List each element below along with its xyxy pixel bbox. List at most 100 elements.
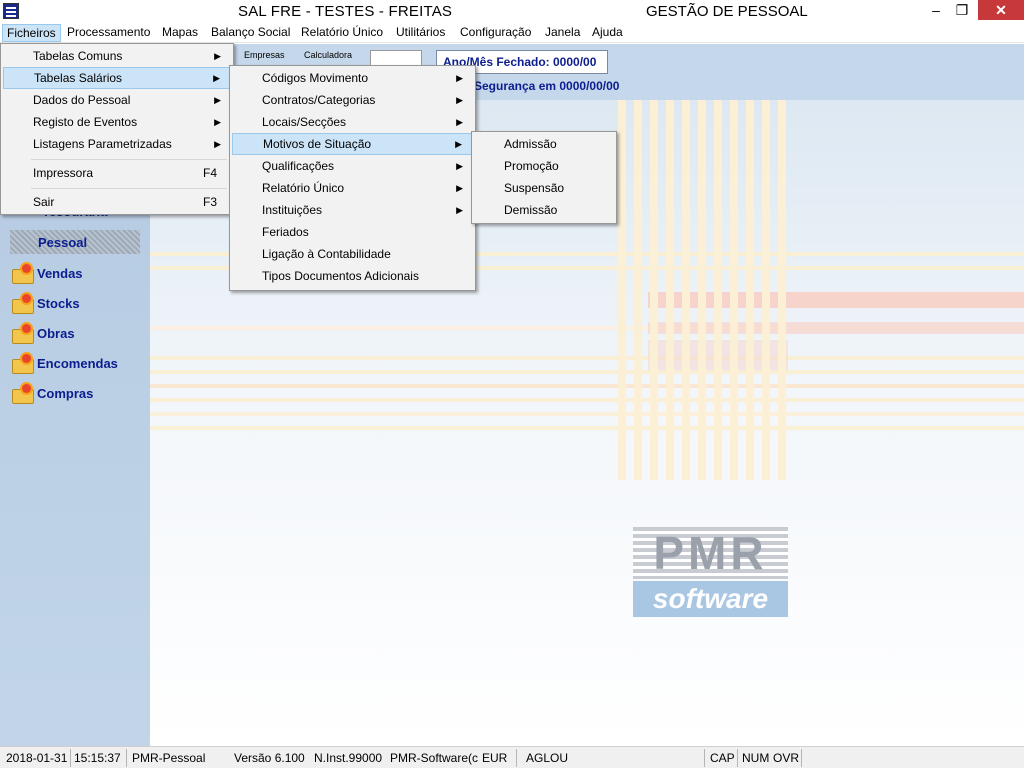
menu-item-label: Tabelas Comuns — [33, 49, 123, 63]
menu-item-relatorio-unico[interactable]: Relatório Único ▶ — [232, 177, 473, 199]
sidebar-item-obras[interactable]: Obras — [10, 322, 75, 344]
menu-item-label: Feriados — [262, 225, 309, 239]
menu-item-label: Demissão — [504, 203, 558, 217]
menu-item-suspensao[interactable]: Suspensão — [474, 177, 614, 199]
status-bar: 2018-01-31 15:15:37 PMR-Pessoal Versão 6… — [0, 746, 1024, 768]
menu-item-admissao[interactable]: Admissão — [474, 133, 614, 155]
decor-stripe — [666, 100, 674, 480]
app-icon[interactable] — [3, 3, 19, 19]
menu-item-locais-seccoes[interactable]: Locais/Secções ▶ — [232, 111, 473, 133]
menu-separator — [31, 188, 227, 189]
menu-item-registo-eventos[interactable]: Registo de Eventos ▶ — [3, 111, 231, 133]
submenu-arrow-icon: ▶ — [456, 117, 463, 127]
menu-item-tabelas-comuns[interactable]: Tabelas Comuns ▶ — [3, 45, 231, 67]
decor-stripe — [150, 356, 1024, 360]
motivos-situacao-submenu: Admissão Promoção Suspensão Demissão — [471, 131, 617, 224]
menu-item-label: Qualificações — [262, 159, 335, 173]
status-currency: EUR — [482, 751, 508, 765]
menu-item-contratos-categorias[interactable]: Contratos/Categorias ▶ — [232, 89, 473, 111]
submenu-arrow-icon: ▶ — [456, 183, 463, 193]
decor-stripe — [778, 100, 786, 480]
menu-item-listagens[interactable]: Listagens Parametrizadas ▶ — [3, 133, 231, 155]
status-owner: PMR-Software(c — [390, 751, 478, 765]
submenu-arrow-icon: ▶ — [456, 205, 463, 215]
menu-item-impressora[interactable]: Impressora F4 — [3, 162, 231, 184]
status-divider — [516, 749, 517, 767]
decor-stripe — [634, 100, 642, 480]
menu-item-demissao[interactable]: Demissão — [474, 199, 614, 221]
decor-stripe — [730, 100, 738, 480]
menu-item-feriados[interactable]: Feriados — [232, 221, 473, 243]
menu-item-instituicoes[interactable]: Instituições ▶ — [232, 199, 473, 221]
sidebar-item-vendas[interactable]: Vendas — [10, 262, 83, 284]
sidebar-item-label: Compras — [37, 385, 94, 401]
menu-item-label: Listagens Parametrizadas — [33, 137, 172, 151]
menu-item-label: Relatório Único — [262, 181, 345, 195]
menu-item-label: Instituições — [262, 203, 323, 217]
submenu-arrow-icon: ▶ — [214, 117, 221, 127]
sidebar-item-pessoal[interactable]: Pessoal — [10, 230, 140, 254]
submenu-arrow-icon: ▶ — [456, 95, 463, 105]
menu-item-promocao[interactable]: Promoção — [474, 155, 614, 177]
decor-stripe — [714, 100, 722, 480]
menu-item-label: Admissão — [504, 137, 557, 151]
tabelas-salarios-submenu: Códigos Movimento ▶ Contratos/Categorias… — [229, 65, 476, 291]
menu-item-codigos-movimento[interactable]: Códigos Movimento ▶ — [232, 67, 473, 89]
menu-item-tipos-documentos[interactable]: Tipos Documentos Adicionais — [232, 265, 473, 287]
submenu-arrow-icon: ▶ — [214, 51, 221, 61]
menu-mapas[interactable]: Mapas — [158, 24, 202, 42]
ficheiros-menu: Tabelas Comuns ▶ Tabelas Salários ▶ Dado… — [0, 43, 234, 215]
submenu-arrow-icon: ▶ — [456, 161, 463, 171]
empresas-label[interactable]: Empresas — [244, 50, 285, 60]
menu-configuracao[interactable]: Configuração — [456, 24, 535, 42]
menu-balanco-social[interactable]: Balanço Social — [207, 24, 294, 42]
status-divider — [70, 749, 71, 767]
status-divider — [801, 749, 802, 767]
menu-item-ligacao-contabilidade[interactable]: Ligação à Contabilidade — [232, 243, 473, 265]
logo-software-text: software — [633, 581, 788, 617]
decor-stripe — [150, 426, 1024, 430]
sidebar-item-stocks[interactable]: Stocks — [10, 292, 80, 314]
folder-icon — [10, 353, 34, 374]
close-button[interactable]: ✕ — [978, 0, 1024, 20]
menu-relatorio-unico[interactable]: Relatório Único — [297, 24, 387, 42]
menu-shortcut: F4 — [202, 166, 217, 180]
menu-item-motivos-situacao[interactable]: Motivos de Situação ▶ — [232, 133, 473, 155]
menu-item-label: Promoção — [504, 159, 559, 173]
menu-item-sair[interactable]: Sair F3 — [3, 191, 231, 213]
menu-item-dados-pessoal[interactable]: Dados do Pessoal ▶ — [3, 89, 231, 111]
folder-icon — [10, 383, 34, 404]
menu-item-label: Locais/Secções — [262, 115, 347, 129]
restore-button[interactable]: ❐ — [946, 0, 978, 20]
menu-ajuda[interactable]: Ajuda — [588, 24, 627, 42]
menu-processamento[interactable]: Processamento — [63, 24, 154, 42]
status-divider — [704, 749, 705, 767]
submenu-arrow-icon: ▶ — [213, 73, 220, 83]
menu-separator — [31, 159, 227, 160]
title-bar: SAL FRE - TESTES - FREITAS GESTÃO DE PES… — [0, 0, 1024, 23]
sidebar-item-encomendas[interactable]: Encomendas — [10, 352, 118, 374]
menu-utilitarios[interactable]: Utilitários — [392, 24, 449, 42]
menu-item-tabelas-salarios[interactable]: Tabelas Salários ▶ — [3, 67, 231, 89]
menu-item-label: Tabelas Salários — [34, 71, 123, 85]
menu-item-label: Dados do Pessoal — [33, 93, 131, 107]
calculadora-label[interactable]: Calculadora — [304, 50, 352, 60]
menu-janela[interactable]: Janela — [541, 24, 584, 42]
sidebar-item-compras[interactable]: Compras — [10, 382, 93, 404]
status-date: 2018-01-31 — [6, 751, 68, 765]
sidebar-item-label: Obras — [37, 325, 75, 341]
sidebar-item-label: Stocks — [37, 295, 80, 311]
decor-stripe — [762, 100, 770, 480]
menu-shortcut: F3 — [202, 195, 217, 209]
window-title: SAL FRE - TESTES - FREITAS — [238, 3, 453, 20]
submenu-arrow-icon: ▶ — [455, 139, 462, 149]
decor-stripe — [698, 100, 706, 480]
menu-ficheiros[interactable]: Ficheiros — [2, 24, 61, 42]
decor-stripe — [682, 100, 690, 480]
menu-bar: Ficheiros Processamento Mapas Balanço So… — [0, 23, 1024, 43]
status-user: AGLOU — [526, 751, 569, 765]
seguranca-label: Segurança em 0000/00/00 — [474, 79, 620, 93]
menu-item-label: Tipos Documentos Adicionais — [262, 269, 419, 283]
menu-item-qualificacoes[interactable]: Qualificações ▶ — [232, 155, 473, 177]
menu-item-label: Ligação à Contabilidade — [262, 247, 391, 261]
